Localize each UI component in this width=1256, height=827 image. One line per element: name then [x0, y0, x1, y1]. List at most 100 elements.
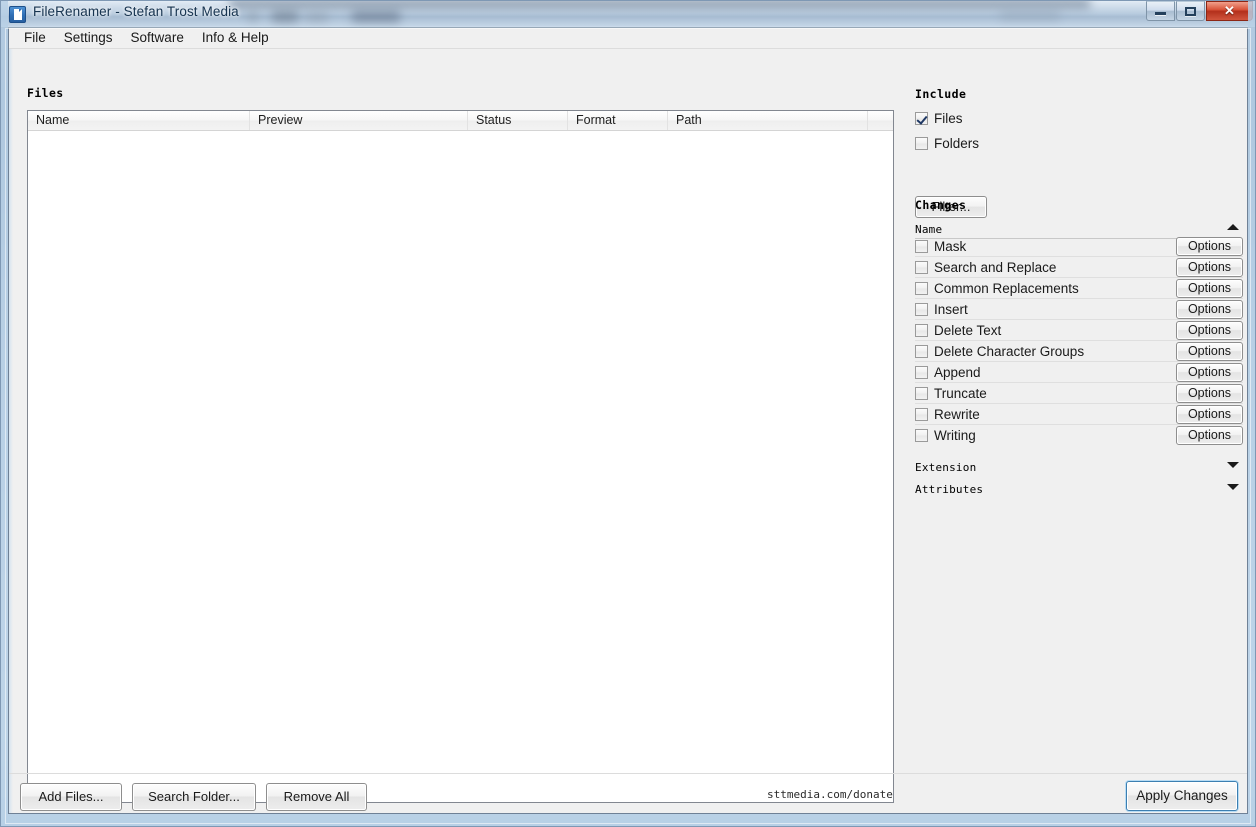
include-folders-row[interactable]: Folders [915, 134, 979, 152]
column-header-path[interactable]: Path [668, 111, 868, 130]
include-folders-label: Folders [934, 136, 979, 151]
background-bleed [352, 11, 400, 22]
rewrite-checkbox[interactable] [915, 408, 928, 421]
section-name-label: Name [915, 223, 942, 236]
column-header-preview[interactable]: Preview [250, 111, 468, 130]
section-header-attributes[interactable]: Attributes [915, 480, 1241, 498]
include-folders-checkbox[interactable] [915, 137, 928, 150]
maximize-button[interactable] [1176, 1, 1205, 21]
common-replacements-label: Common Replacements [934, 281, 1079, 296]
caption-button-group: ✕ [1145, 1, 1253, 21]
insert-options-button[interactable]: Options [1176, 300, 1243, 319]
change-row-rewrite[interactable]: Rewrite Options [907, 404, 1248, 425]
section-header-name[interactable]: Name [915, 220, 1241, 237]
background-bleed [272, 11, 298, 22]
chevron-down-icon[interactable] [1227, 484, 1239, 490]
window-title: FileRenamer - Stefan Trost Media [33, 4, 239, 19]
close-icon: ✕ [1207, 2, 1252, 20]
column-header-name[interactable]: Name [28, 111, 250, 130]
background-bleed [306, 13, 328, 21]
section-extension-label: Extension [915, 461, 976, 474]
rewrite-options-button[interactable]: Options [1176, 405, 1243, 424]
table-body-empty[interactable] [28, 132, 893, 802]
column-header-extra[interactable] [868, 111, 893, 130]
include-files-checkbox[interactable] [915, 112, 928, 125]
search-folder-button[interactable]: Search Folder... [132, 783, 256, 811]
maximize-icon [1177, 2, 1204, 20]
background-bleed [230, 0, 1090, 9]
append-options-button[interactable]: Options [1176, 363, 1243, 382]
column-header-status[interactable]: Status [468, 111, 568, 130]
menubar-divider [9, 48, 1247, 49]
menu-item-file[interactable]: File [15, 29, 55, 47]
minimize-button[interactable] [1146, 1, 1175, 21]
files-table[interactable]: Name Preview Status Format Path [27, 110, 894, 803]
menu-item-software[interactable]: Software [122, 29, 193, 47]
truncate-checkbox[interactable] [915, 387, 928, 400]
insert-checkbox[interactable] [915, 303, 928, 316]
apply-changes-button[interactable]: Apply Changes [1126, 781, 1238, 811]
bottom-divider [9, 773, 1247, 774]
client-area: File Settings Software Info & Help Files… [8, 28, 1248, 814]
search-and-replace-options-button[interactable]: Options [1176, 258, 1243, 277]
writing-checkbox[interactable] [915, 429, 928, 442]
document-icon-fold [19, 9, 22, 12]
background-bleed [248, 12, 258, 21]
mask-label: Mask [934, 239, 966, 254]
chevron-up-icon[interactable] [1227, 224, 1239, 230]
common-replacements-checkbox[interactable] [915, 282, 928, 295]
delete-text-options-button[interactable]: Options [1176, 321, 1243, 340]
donate-link[interactable]: sttmedia.com/donate [767, 788, 893, 801]
add-files-button[interactable]: Add Files... [20, 783, 122, 811]
menu-item-settings[interactable]: Settings [55, 29, 122, 47]
mask-checkbox[interactable] [915, 240, 928, 253]
remove-all-button[interactable]: Remove All [266, 783, 367, 811]
change-row-insert[interactable]: Insert Options [907, 299, 1248, 320]
change-row-writing[interactable]: Writing Options [907, 425, 1248, 446]
document-icon[interactable] [9, 6, 26, 23]
search-and-replace-label: Search and Replace [934, 260, 1056, 275]
column-header-format[interactable]: Format [568, 111, 668, 130]
append-checkbox[interactable] [915, 366, 928, 379]
mask-options-button[interactable]: Options [1176, 237, 1243, 256]
rewrite-label: Rewrite [934, 407, 980, 422]
include-group-title: Include [915, 87, 966, 101]
change-row-mask[interactable]: Mask Options [907, 236, 1248, 257]
title-bar[interactable]: FileRenamer - Stefan Trost Media ✕ [0, 0, 1256, 28]
include-files-label: Files [934, 111, 963, 126]
application-window: FileRenamer - Stefan Trost Media ✕ File … [0, 0, 1256, 827]
table-header-row: Name Preview Status Format Path [28, 111, 893, 131]
common-replacements-options-button[interactable]: Options [1176, 279, 1243, 298]
include-files-row[interactable]: Files [915, 109, 963, 127]
glass-shine [9, 28, 13, 813]
delete-character-groups-options-button[interactable]: Options [1176, 342, 1243, 361]
writing-options-button[interactable]: Options [1176, 426, 1243, 445]
change-row-delete-text[interactable]: Delete Text Options [907, 320, 1248, 341]
menu-item-info-help[interactable]: Info & Help [193, 29, 278, 47]
delete-text-label: Delete Text [934, 323, 1001, 338]
menu-bar: File Settings Software Info & Help [9, 28, 1247, 48]
change-row-truncate[interactable]: Truncate Options [907, 383, 1248, 404]
right-panel: Include Files Folders Filter... Changes … [907, 68, 1248, 798]
files-group-title: Files [27, 86, 64, 100]
change-row-delete-character-groups[interactable]: Delete Character Groups Options [907, 341, 1248, 362]
change-row-append[interactable]: Append Options [907, 362, 1248, 383]
search-and-replace-checkbox[interactable] [915, 261, 928, 274]
append-label: Append [934, 365, 981, 380]
delete-character-groups-checkbox[interactable] [915, 345, 928, 358]
truncate-options-button[interactable]: Options [1176, 384, 1243, 403]
changes-group-title: Changes [915, 198, 966, 212]
change-row-search-and-replace[interactable]: Search and Replace Options [907, 257, 1248, 278]
minimize-icon [1147, 2, 1174, 20]
change-row-common-replacements[interactable]: Common Replacements Options [907, 278, 1248, 299]
truncate-label: Truncate [934, 386, 987, 401]
writing-label: Writing [934, 428, 976, 443]
section-attributes-label: Attributes [915, 483, 983, 496]
insert-label: Insert [934, 302, 968, 317]
delete-character-groups-label: Delete Character Groups [934, 344, 1084, 359]
chevron-down-icon[interactable] [1227, 462, 1239, 468]
close-button[interactable]: ✕ [1206, 1, 1253, 21]
section-header-extension[interactable]: Extension [915, 458, 1241, 476]
delete-text-checkbox[interactable] [915, 324, 928, 337]
changes-name-list: Mask Options Search and Replace Options … [907, 236, 1248, 446]
